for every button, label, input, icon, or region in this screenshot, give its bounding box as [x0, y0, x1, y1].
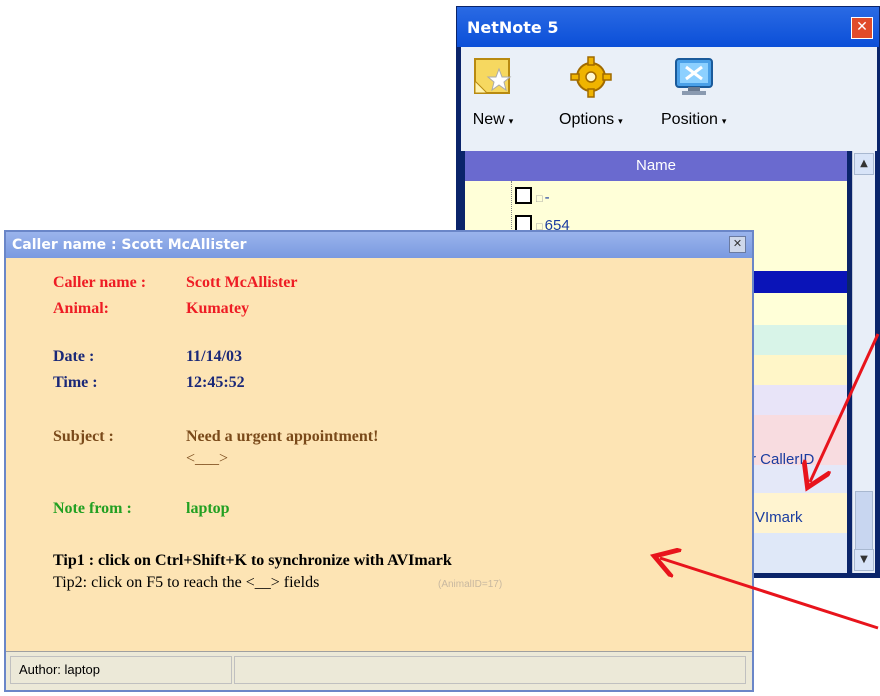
close-icon: ✕ [732, 237, 743, 250]
monitor-icon [672, 55, 716, 99]
netnote-close-button[interactable]: ✕ [851, 17, 873, 39]
subject-value: Need a urgent appointment! [186, 428, 379, 445]
position-label: Position [661, 111, 718, 128]
note-from-value: laptop [186, 500, 230, 517]
chevron-down-icon: ▼ [860, 554, 868, 565]
name-column-header[interactable]: Name [465, 151, 847, 181]
scroll-up-button[interactable]: ▲ [854, 153, 874, 175]
time-value: 12:45:52 [186, 374, 245, 391]
new-label: New [472, 111, 505, 128]
scroll-down-button[interactable]: ▼ [854, 549, 874, 571]
partial-avimark-label: VImark [755, 509, 803, 526]
netnote-toolbar: New ▾ Options ▾ Position ▾ [461, 47, 877, 151]
checkbox[interactable] [515, 187, 532, 204]
caller-name-value: Scott McAllister [186, 274, 298, 291]
netnote-title: NetNote 5 [467, 18, 559, 37]
caller-popup-titlebar[interactable]: Caller name : Scott McAllister ✕ [6, 232, 752, 258]
chevron-down-icon: ▾ [721, 116, 727, 126]
position-button[interactable]: Position ▾ [661, 55, 726, 129]
options-button[interactable]: Options ▾ [559, 55, 623, 129]
animal-value: Kumatey [186, 300, 250, 317]
partial-caller-id-label: r CallerID [751, 451, 815, 468]
new-button[interactable]: New ▾ [471, 55, 515, 129]
caller-popup-close-button[interactable]: ✕ [729, 236, 746, 253]
scroll-thumb[interactable] [855, 491, 873, 551]
tree-item[interactable]: □ - [515, 187, 550, 206]
caller-popup-window: Caller name : Scott McAllister ✕ Caller … [4, 230, 754, 692]
gear-icon [569, 55, 613, 99]
animal-label: Animal: [53, 300, 109, 317]
status-bar: Author: laptop [6, 651, 752, 690]
animal-id-text: (AnimalID=17) [438, 579, 503, 590]
tree-item-label: - [544, 189, 550, 206]
date-value: 11/14/03 [186, 348, 243, 365]
author-status: Author: laptop [10, 656, 232, 684]
chevron-down-icon: ▾ [618, 116, 623, 126]
netnote-titlebar[interactable]: NetNote 5 ✕ [457, 7, 879, 47]
subject-label: Subject : [53, 428, 114, 445]
caller-popup-title: Caller name : Scott McAllister [12, 237, 247, 253]
time-label: Time : [53, 374, 98, 391]
tip2-text: Tip2: click on F5 to reach the <__> fiel… [53, 574, 320, 591]
lock-icon: □ [536, 193, 543, 205]
close-icon: ✕ [856, 19, 868, 35]
chevron-up-icon: ▲ [860, 158, 868, 169]
note-from-label: Note from : [53, 500, 132, 517]
date-label: Date : [53, 348, 95, 365]
new-note-icon [471, 55, 515, 99]
caller-name-label: Caller name : [53, 274, 147, 291]
vertical-scrollbar[interactable]: ▲ ▼ [852, 151, 875, 573]
options-label: Options [559, 111, 615, 128]
chevron-down-icon: ▾ [508, 116, 514, 126]
subject-placeholder-field[interactable]: <___> [186, 450, 228, 468]
tip1-text: Tip1 : click on Ctrl+Shift+K to synchron… [53, 552, 452, 569]
status-cell-secondary [234, 656, 746, 684]
